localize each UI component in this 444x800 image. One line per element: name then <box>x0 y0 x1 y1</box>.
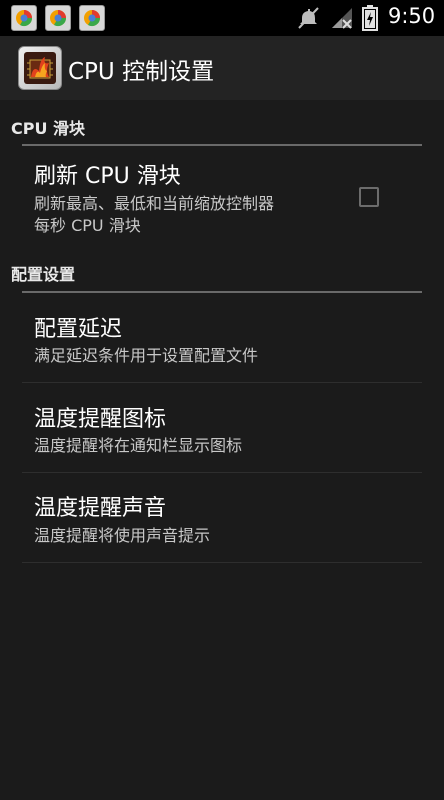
page-title: CPU 控制设置 <box>68 59 215 85</box>
settings-screen: 9:50 CPU 控制设置 CPU 滑块 刷新 CPU 滑块 刷新最高、最低和当… <box>0 0 444 800</box>
action-bar: CPU 控制设置 <box>0 36 444 100</box>
pref-summary-temp-alert-sound: 温度提醒将使用声音提示 <box>34 526 211 545</box>
app-notification-icon <box>45 5 71 31</box>
cpu-app-icon[interactable] <box>18 46 62 90</box>
category-label-profile-settings: 配置设置 <box>11 265 76 284</box>
mute-icon <box>298 7 319 29</box>
battery-icon <box>362 5 378 31</box>
list-divider <box>22 562 422 563</box>
list-divider <box>22 382 422 383</box>
app-notification-icon <box>79 5 105 31</box>
status-bar: 9:50 <box>0 0 444 36</box>
list-divider <box>22 472 422 473</box>
signal-icon <box>332 8 352 29</box>
pref-title-temp-alert-icon: 温度提醒图标 <box>34 407 167 432</box>
pref-title-temp-alert-sound: 温度提醒声音 <box>34 496 167 521</box>
pref-summary-temp-alert-icon: 温度提醒将在通知栏显示图标 <box>34 436 243 455</box>
pref-summary-refresh-line2: 每秒 CPU 滑块 <box>34 216 141 235</box>
category-profile-settings <box>22 256 422 293</box>
pref-summary-profile-delay: 满足延迟条件用于设置配置文件 <box>34 346 259 365</box>
refresh-checkbox[interactable] <box>359 187 379 207</box>
pref-summary-refresh-line1: 刷新最高、最低和当前缩放控制器 <box>34 194 275 213</box>
app-notification-icon <box>11 5 37 31</box>
pref-title-refresh: 刷新 CPU 滑块 <box>34 164 181 189</box>
pref-title-profile-delay: 配置延迟 <box>34 317 123 342</box>
status-time: 9:50 <box>388 4 436 28</box>
category-label-cpu-slider: CPU 滑块 <box>11 119 86 138</box>
